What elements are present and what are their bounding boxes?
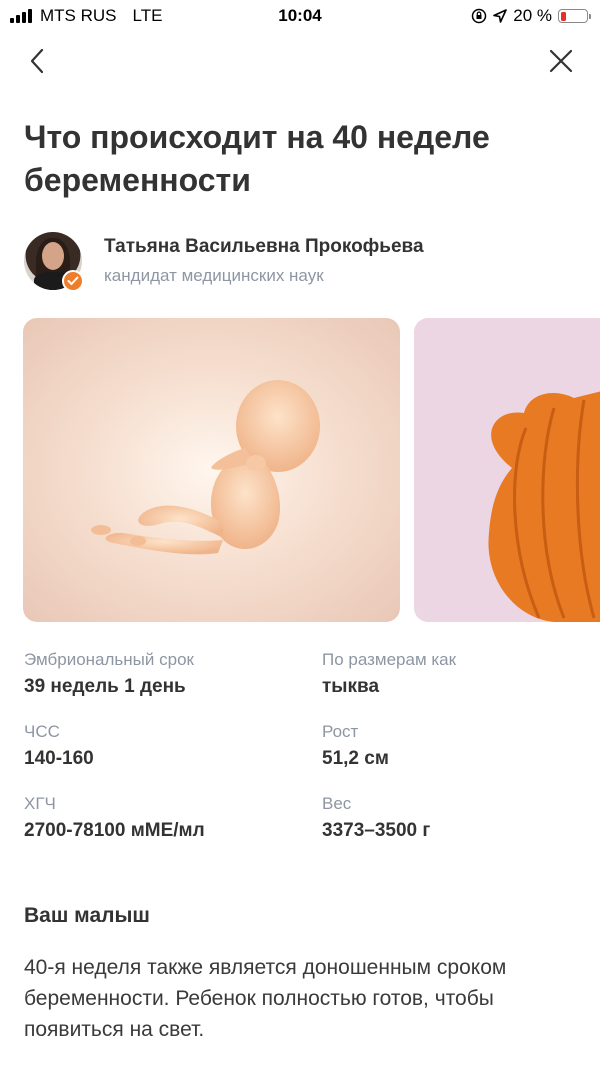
battery-level [560, 11, 566, 21]
embryo-image [91, 380, 320, 555]
stat-label: Эмбриональный срок [24, 650, 194, 669]
verified-badge [62, 270, 84, 292]
close-button[interactable] [544, 44, 578, 78]
status-bar: MTS RUS LTE 10:04 20 % [0, 0, 600, 34]
stat-label: По размерам как [322, 650, 457, 669]
page-title: Что происходит на 40 неделе беременности [24, 119, 490, 198]
stat-value: 39 недель 1 день [24, 676, 186, 697]
stat-embryonic-age: Эмбриональный срок 39 недель 1 день [24, 648, 304, 702]
stat-hcg: ХГЧ 2700-78100 мМЕ/мл [24, 792, 304, 846]
stat-label: ЧСС [24, 722, 60, 741]
stat-value: 51,2 см [322, 748, 389, 769]
close-icon [549, 49, 573, 73]
author-name: Татьяна Васильевна Прокофьева [104, 236, 424, 257]
stat-label: ХГЧ [24, 794, 56, 813]
section-title: Ваш малыш [24, 904, 150, 927]
stat-label: Рост [322, 722, 359, 741]
location-arrow-icon [493, 9, 508, 23]
stat-size-comparison: По размерам как тыква [322, 648, 600, 702]
orientation-lock-icon [472, 8, 487, 24]
battery-percent: 20 % [513, 6, 552, 25]
author-credential: кандидат медицинских наук [104, 266, 324, 285]
section-body: 40-я неделя также является доношенным ср… [24, 956, 507, 1041]
stat-value: 3373–3500 г [322, 820, 431, 841]
battery-icon [558, 9, 591, 23]
stat-label: Вес [322, 794, 352, 813]
checkmark-icon [67, 276, 79, 285]
stat-heart-rate: ЧСС 140-160 [24, 720, 304, 774]
stat-value: тыква [322, 676, 380, 697]
stat-weight: Вес 3373–3500 г [322, 792, 600, 846]
chevron-left-icon [30, 48, 44, 74]
stat-value: 2700-78100 мМЕ/мл [24, 820, 205, 841]
author-block[interactable]: Татьяна Васильевна Прокофьева кандидат м… [24, 232, 584, 292]
stat-height: Рост 51,2 см [322, 720, 600, 774]
image-carousel[interactable] [0, 318, 600, 624]
back-button[interactable] [20, 44, 54, 78]
stat-value: 140-160 [24, 748, 94, 769]
embryo-illustration [23, 318, 400, 622]
pumpkin-illustration [414, 318, 600, 622]
pumpkin-image [488, 391, 600, 622]
status-bar-right: 20 % [471, 6, 591, 26]
